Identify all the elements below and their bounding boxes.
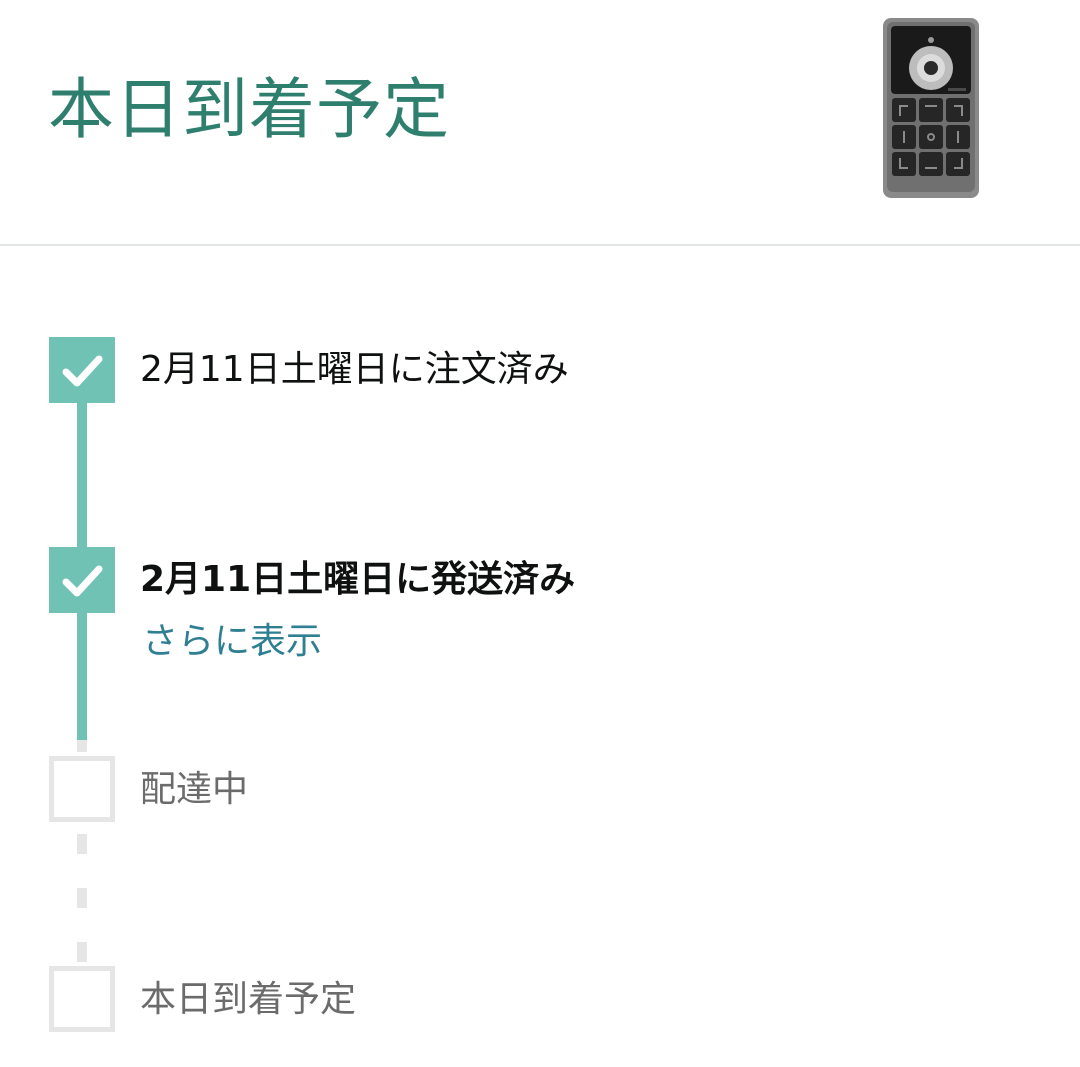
step-arriving-today-checkbox (49, 966, 115, 1032)
checkmark-icon (62, 565, 103, 597)
step-shipped-checkbox (49, 547, 115, 613)
step-ordered-label: 2月11日土曜日に注文済み (140, 349, 569, 390)
timeline-line-pending (77, 942, 87, 962)
timeline-line-pending (77, 834, 87, 854)
timeline-line-pending (77, 740, 87, 752)
page-title: 本日到着予定 (48, 71, 450, 148)
shipment-header: 本日到着予定 (0, 0, 1080, 246)
step-in-transit-label: 配達中 (140, 769, 249, 810)
timeline-line-pending (77, 888, 87, 908)
checkmark-icon (62, 355, 103, 387)
step-arriving-today-label: 本日到着予定 (140, 979, 357, 1020)
step-ordered-checkbox (49, 337, 115, 403)
timeline-line-completed (77, 400, 87, 550)
timeline-line-completed (77, 610, 87, 740)
show-more-link[interactable]: さらに表示 (142, 618, 322, 666)
product-image[interactable] (880, 16, 982, 200)
step-in-transit-checkbox (49, 756, 115, 822)
step-shipped-label: 2月11日土曜日に発送済み (140, 559, 576, 600)
remote-keypad-device-icon (883, 18, 979, 198)
